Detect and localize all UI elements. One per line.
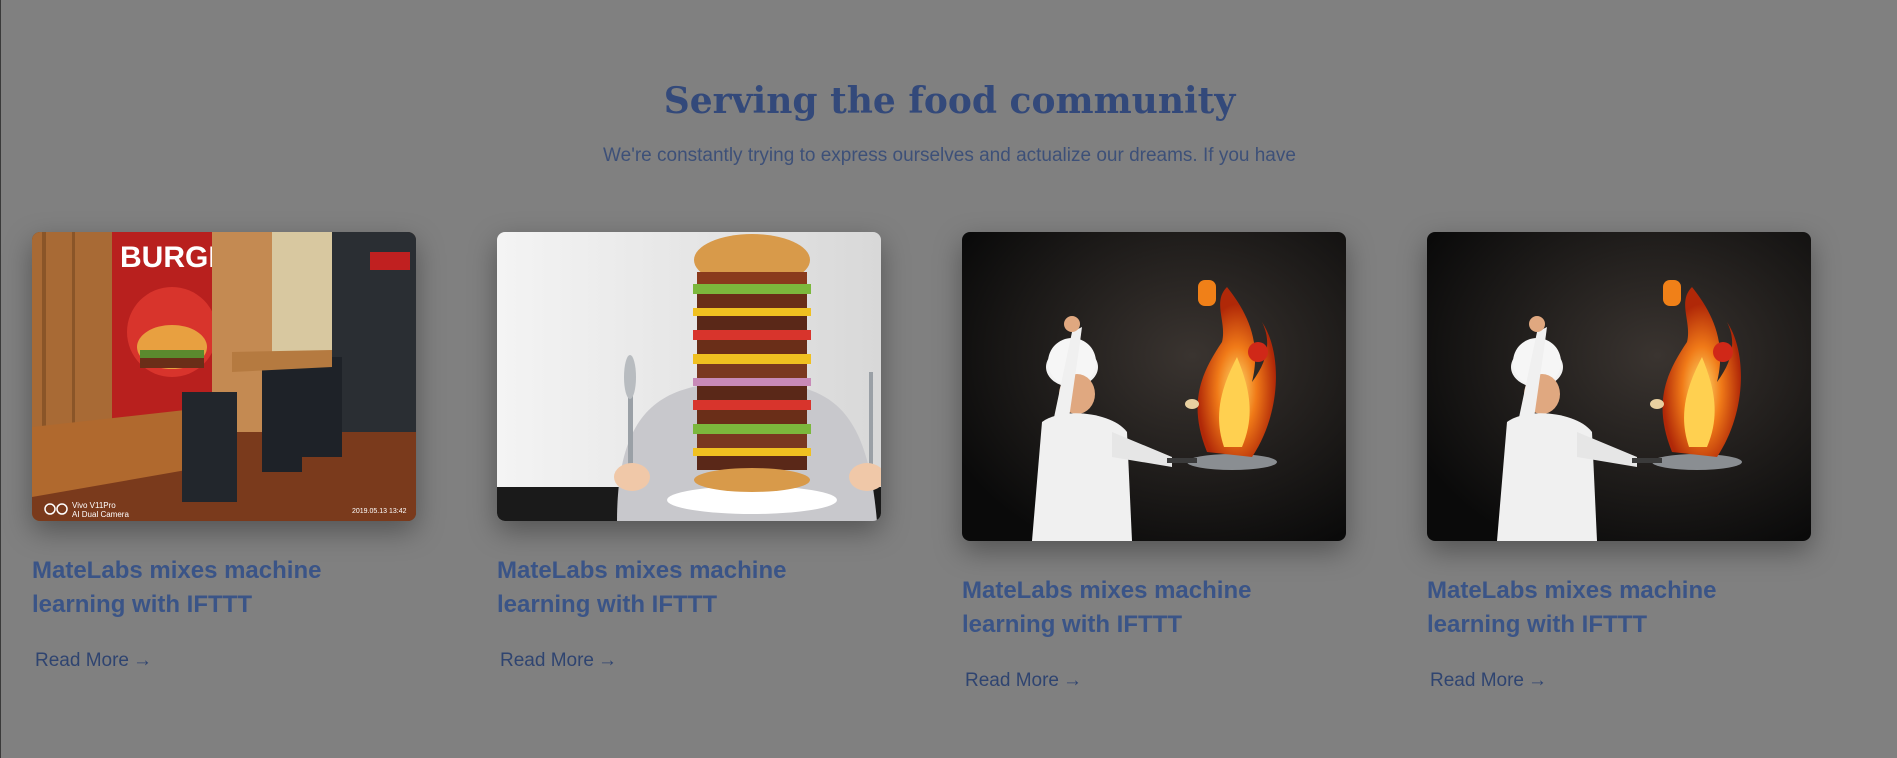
- blog-card: MateLabs mixes machine learning with IFT…: [1427, 232, 1811, 692]
- card-title[interactable]: MateLabs mixes machine learning with IFT…: [32, 554, 416, 622]
- arrow-right-icon: →: [598, 650, 617, 671]
- card-title[interactable]: MateLabs mixes machine learning with IFT…: [962, 574, 1346, 642]
- chef-image: [962, 232, 1346, 541]
- arrow-right-icon: →: [1063, 670, 1082, 691]
- read-more-link[interactable]: Read More →: [965, 670, 1082, 692]
- card-image[interactable]: BURGER Vivo V11Pro AI Dual Camera 2019.0…: [32, 232, 416, 521]
- card-image[interactable]: [1427, 232, 1811, 541]
- blog-card: BURGER Vivo V11Pro AI Dual Camera 2019.0…: [32, 232, 416, 672]
- camera-model-text: Vivo V11Pro: [72, 501, 116, 510]
- read-more-link[interactable]: Read More →: [35, 650, 152, 672]
- page: Serving the food community We're constan…: [0, 0, 1897, 758]
- arrow-right-icon: →: [1528, 670, 1547, 691]
- camera-mode-text: AI Dual Camera: [72, 510, 129, 519]
- read-more-link[interactable]: Read More →: [500, 650, 617, 672]
- blog-card: MateLabs mixes machine learning with IFT…: [497, 232, 881, 672]
- read-more-label: Read More: [965, 670, 1059, 691]
- read-more-label: Read More: [500, 650, 594, 671]
- card-title[interactable]: MateLabs mixes machine learning with IFT…: [1427, 574, 1811, 642]
- giant-burger-image: [497, 232, 881, 521]
- read-more-link[interactable]: Read More →: [1430, 670, 1547, 692]
- photo-timestamp-text: 2019.05.13 13:42: [352, 508, 407, 515]
- card-image[interactable]: [962, 232, 1346, 541]
- chef-image: [1427, 232, 1811, 541]
- card-title[interactable]: MateLabs mixes machine learning with IFT…: [497, 554, 881, 622]
- card-image[interactable]: [497, 232, 881, 521]
- read-more-label: Read More: [35, 650, 129, 671]
- arrow-right-icon: →: [133, 650, 152, 671]
- blog-card: MateLabs mixes machine learning with IFT…: [962, 232, 1346, 692]
- section-title: Serving the food community: [663, 80, 1236, 122]
- read-more-label: Read More: [1430, 670, 1524, 691]
- section-subtitle: We're constantly trying to express ourse…: [603, 145, 1296, 166]
- restaurant-image: BURGER Vivo V11Pro AI Dual Camera 2019.0…: [32, 232, 416, 521]
